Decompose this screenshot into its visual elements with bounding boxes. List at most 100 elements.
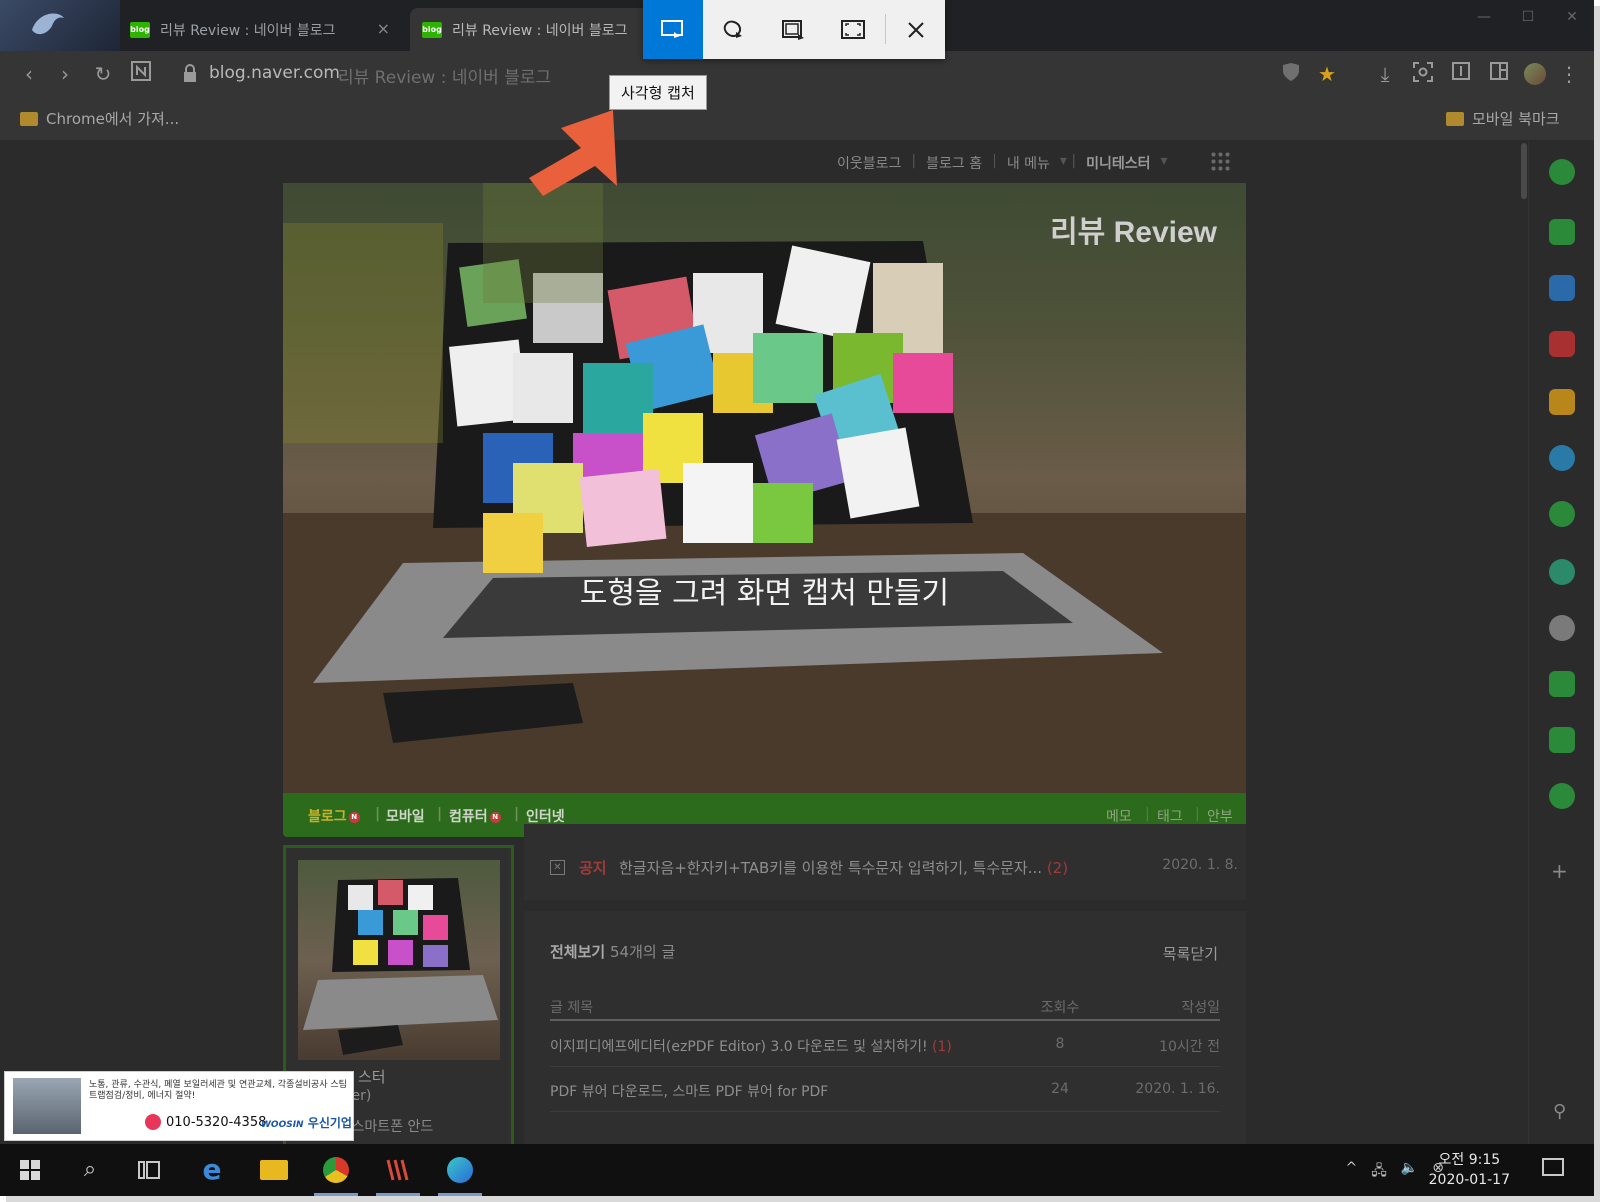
chrome-icon[interactable] [314,1152,358,1196]
windows-start-icon[interactable] [12,1152,48,1188]
sidebar-app-icon[interactable] [1549,783,1575,809]
post-list-heading: 전체보기 54개의 글 [550,941,675,962]
ad-text: 노통, 관류, 수관식, 폐열 보일러세관 및 연관교체, 각종설비공사 스팀트… [89,1080,347,1101]
list-close-button[interactable]: 목록닫기 [1163,943,1218,964]
download-icon[interactable]: ⤓ [1372,61,1398,87]
minimize-icon[interactable]: — [1462,0,1506,36]
snip-toolbar [643,0,945,59]
category-label: 블로그 [308,809,347,825]
task-view-icon[interactable] [131,1152,167,1188]
list-item[interactable]: 이지피디에프에디터(ezPDF Editor) 3.0 다운로드 및 설치하기!… [550,1023,1220,1067]
post-title: 이지피디에프에디터(ezPDF Editor) 3.0 다운로드 및 설치하기! [550,1039,928,1055]
hero-caption: 도형을 그려 화면 캡처 만들기 [579,576,950,611]
category-computer[interactable]: 컴퓨터 N [449,806,501,826]
menu-guestbook[interactable]: 안부 [1207,806,1233,826]
category-mobile[interactable]: 모바일 [386,806,425,826]
post-views: 8 [1055,1036,1065,1052]
page-scrollbar[interactable] [1521,143,1527,199]
post-title-link[interactable]: 이지피디에프에디터(ezPDF Editor) 3.0 다운로드 및 설치하기!… [550,1036,952,1056]
advertisement-banner[interactable]: 노통, 관류, 수관식, 폐열 보일러세관 및 연관교체, 각종설비공사 스팀트… [4,1071,354,1141]
freeform-snip-button[interactable] [703,0,763,59]
lock-icon [184,64,196,82]
blog-title[interactable]: 리뷰 Review [1050,207,1217,251]
chevron-up-icon[interactable]: ^ [1345,1160,1357,1184]
file-explorer-icon[interactable] [256,1152,292,1188]
list-item[interactable]: PDF 뷰어 다운로드, 스마트 PDF 뷰어 for PDF 24 2020.… [550,1068,1220,1112]
edge-icon[interactable]: e [194,1152,230,1188]
tab-close-icon[interactable]: × [377,19,390,38]
sidebar-app-icon[interactable] [1549,559,1575,585]
folder-icon [20,111,38,126]
bookmark-folder-mobile[interactable]: 모바일 북마크 [1446,108,1560,129]
sidebar-app-icon[interactable] [1549,159,1575,185]
forward-icon[interactable]: › [52,61,78,87]
category-internet[interactable]: 인터넷 [526,806,565,826]
phone-icon [145,1114,161,1130]
new-badge: N [489,811,501,823]
laptop-photo [283,183,1246,793]
pin-icon[interactable]: ⚲ [1553,1101,1566,1122]
network-icon[interactable]: 🖧 [1371,1160,1387,1184]
reload-icon[interactable]: ↻ [90,61,116,87]
tab-blog-2-active[interactable]: blog 리뷰 Review : 네이버 블로그 [410,8,650,51]
sidebar-app-icon[interactable] [1549,389,1575,415]
sidebar-app-icon[interactable] [1549,275,1575,301]
url-host[interactable]: blog.naver.com [209,63,340,83]
sidebar-app-icon[interactable] [1549,727,1575,753]
more-menu-icon[interactable]: ⋮ [1556,61,1582,87]
add-icon[interactable]: + [1551,859,1568,883]
window-close-icon[interactable]: ✕ [1550,0,1594,36]
bookmark-label: Chrome에서 가져... [46,110,180,128]
windows-taskbar: ⌕ e ^ 🖧 🔈 ⊗ 오전 9:15 2020-01-17 [0,1144,1594,1196]
sidebar-app-icon[interactable] [1549,219,1575,245]
notice-box: ✕ 공지 한글자음+한자키+TAB키를 이용한 특수문자 입력하기, 특수문자.… [524,824,1246,900]
sidebar-app-icon[interactable] [1549,331,1575,357]
sidebar-app-icon[interactable] [1549,501,1575,527]
back-icon[interactable]: ‹ [16,61,42,87]
bookmark-folder-imported[interactable]: Chrome에서 가져... [20,108,179,129]
window-snip-button[interactable] [763,0,823,59]
window-snip-icon [782,19,804,40]
search-icon[interactable]: ⌕ [72,1152,108,1188]
fullscreen-snip-button[interactable] [823,0,883,59]
post-title-link[interactable]: PDF 뷰어 다운로드, 스마트 PDF 뷰어 for PDF [550,1081,828,1101]
top-menu-my-menu[interactable]: 내 메뉴 [1007,153,1050,173]
category-blog[interactable]: 블로그 N [308,806,360,826]
url-page-title[interactable]: 리뷰 Review : 네이버 블로그 [338,63,551,88]
top-menu-blog-home[interactable]: 블로그 홈 [926,153,982,173]
naver-home-icon[interactable] [128,61,154,87]
notice-date: 2020. 1. 8. [1162,857,1238,873]
profile-image[interactable] [298,860,500,1060]
notice-close-icon[interactable]: ✕ [550,860,565,875]
whale-icon[interactable] [438,1152,482,1196]
sidebar-toggle-icon[interactable] [1486,61,1512,87]
window-controls: — ☐ ✕ [1462,0,1594,36]
top-menu-user[interactable]: 미니테스터 [1086,153,1150,173]
blog-page: 이웃블로그 | 블로그 홈 | 내 메뉴 ▾ | 미니테스터 ▾ 리뷰 Revi… [0,141,1528,1144]
notice-link[interactable]: 한글자음+한자키+TAB키를 이용한 특수문자 입력하기, 특수문자... (2… [619,857,1068,878]
clock[interactable]: 오전 9:15 2020-01-17 [1429,1150,1510,1190]
sidebar-app-icon[interactable] [1549,615,1575,641]
freeform-snip-icon [723,20,742,38]
apps-grid-icon[interactable] [1210,151,1230,171]
reader-icon[interactable] [1448,61,1474,87]
capture-icon[interactable] [1410,61,1436,87]
maximize-icon[interactable]: ☐ [1506,0,1550,36]
rectangle-snip-button[interactable] [643,0,703,59]
top-menu-neighbor-blog[interactable]: 이웃블로그 [837,153,901,173]
post-views: 24 [1051,1081,1069,1097]
bookmark-star-icon[interactable]: ★ [1314,61,1340,87]
tab-blog-1[interactable]: blog 리뷰 Review : 네이버 블로그 × [118,8,402,51]
ad-brand: WOOSIN 우신기업 [261,1114,352,1131]
volume-icon[interactable]: 🔈 [1401,1160,1418,1184]
snip-close-button[interactable] [886,0,946,59]
shield-icon[interactable] [1278,61,1304,87]
menu-memo[interactable]: 메모 [1106,806,1132,826]
list-column-headers: 글 제목 조회수 작성일 [550,991,1220,1021]
sidebar-app-icon[interactable] [1549,671,1575,697]
notification-center-icon[interactable] [1542,1158,1564,1176]
app-icon[interactable] [376,1152,420,1196]
menu-tag[interactable]: 태그 [1157,806,1183,826]
profile-avatar-icon[interactable] [1522,61,1548,87]
sidebar-app-icon[interactable] [1549,445,1575,471]
